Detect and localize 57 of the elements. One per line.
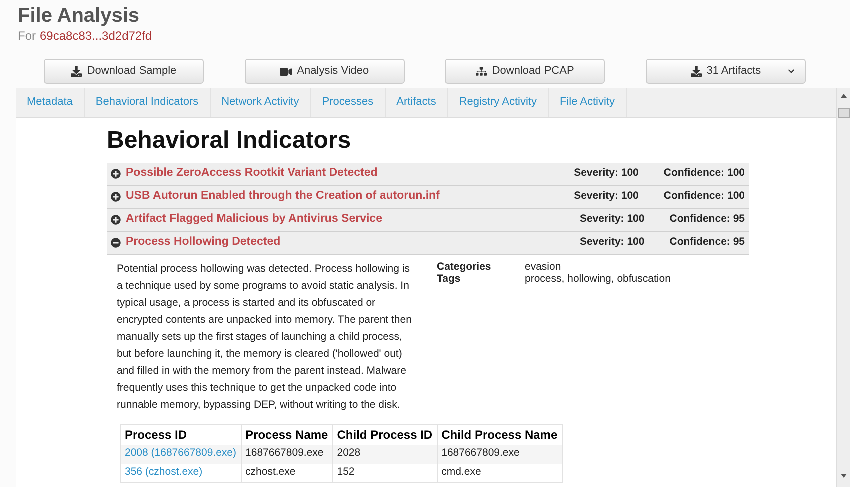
chevron-icon (788, 68, 795, 75)
indicator-row[interactable]: Possible ZeroAccess Rootkit Variant Detected Severity: 100 Confidence: 100 (107, 163, 749, 186)
property-label: Categories (437, 261, 492, 273)
severity-label: Severity: 100 (580, 212, 645, 228)
action-button[interactable]: Analysis Video (244, 59, 405, 84)
tab[interactable]: Behavioral Indicators (84, 88, 211, 117)
confidence-label: Confidence: 100 (664, 189, 745, 204)
confidence-label: Confidence: 95 (670, 235, 745, 250)
scroll-up-icon[interactable] (840, 94, 846, 98)
scrollbar[interactable] (836, 88, 850, 487)
indicator-title: Artifact Flagged Malicious by Antivirus Service (126, 212, 384, 228)
property-value: evasion (525, 261, 562, 273)
tab[interactable]: Processes (311, 88, 386, 117)
action-button[interactable]: Download Sample (44, 59, 204, 84)
table-cell: 152 (337, 466, 355, 478)
severity-label: Severity: 100 (574, 189, 639, 204)
indicator-title: Possible ZeroAccess Rootkit Variant Detected (126, 166, 379, 182)
expand-icon[interactable] (111, 169, 121, 179)
section-heading: Behavioral Indicators (107, 126, 352, 156)
action-button[interactable]: Download PCAP (445, 59, 606, 84)
indicator-title: USB Autorun Enabled through the Creation of autorun.inf (126, 189, 441, 204)
expand-icon[interactable] (111, 192, 121, 202)
table-cell: 2028 (337, 447, 361, 460)
tab[interactable]: Metadata (16, 88, 85, 117)
expand-icon[interactable] (111, 215, 121, 225)
process-link[interactable]: 356 (czhost.exe) (125, 466, 203, 478)
tab[interactable]: Artifacts (386, 88, 448, 117)
collapse-icon[interactable] (111, 238, 121, 248)
video-camera-icon (280, 66, 292, 78)
property-label: Tags (437, 273, 462, 285)
confidence-label: Confidence: 100 (664, 166, 745, 182)
table-cell: 1687667809.exe (442, 447, 520, 460)
file-hash: 69ca8c83...3d2d72fd (40, 28, 152, 44)
for-label: For (18, 28, 36, 44)
severity-label: Severity: 100 (574, 166, 639, 182)
table-cell: 1687667809.exe (246, 447, 324, 460)
artifacts-dropdown[interactable]: 31 Artifacts (646, 59, 806, 84)
table-cell: cmd.exe (442, 466, 482, 478)
indicator-title: Process Hollowing Detected (126, 235, 282, 250)
property-value: process, hollowing, obfuscation (525, 273, 671, 285)
indicator-description: Potential process hollowing was detected. Process hollowing is a technique used by some programs to avoid static analysis. In typical usage, a process is started and its obfuscated or encrypted contents are unpacked into memory. The parent then manually sets up the first stages of launching a child process, but before launching it, the memory is cleared ('hollowed' out) and filled in with the memory from the parent instead. Malware frequently uses this technique to get the unpacked code into runnable memory, bypassing DEP, without writing to the disk. (117, 262, 413, 413)
tab[interactable]: Registry Activity (448, 88, 549, 117)
severity-label: Severity: 100 (580, 235, 645, 250)
tab[interactable]: Network Activity (210, 88, 312, 117)
scroll-down-icon[interactable] (840, 474, 846, 478)
scroll-thumb[interactable] (838, 108, 850, 118)
download-icon (690, 66, 702, 77)
download-icon (71, 66, 82, 77)
process-link[interactable]: 2008 (1687667809.exe) (125, 447, 237, 460)
network-icon (476, 66, 488, 77)
indicator-row[interactable]: Process Hollowing Detected Severity: 100 Confidence: 95 (107, 232, 749, 255)
indicator-row[interactable]: Artifact Flagged Malicious by Antivirus Service Severity: 100 Confidence: 95 (107, 209, 749, 232)
confidence-label: Confidence: 95 (670, 212, 745, 228)
indicator-row[interactable]: USB Autorun Enabled through the Creation of autorun.inf Severity: 100 Confidence: 100 (107, 186, 749, 209)
tab[interactable]: File Activity (548, 88, 627, 117)
table-cell: czhost.exe (246, 466, 296, 478)
page-title: File Analysis (18, 4, 141, 28)
